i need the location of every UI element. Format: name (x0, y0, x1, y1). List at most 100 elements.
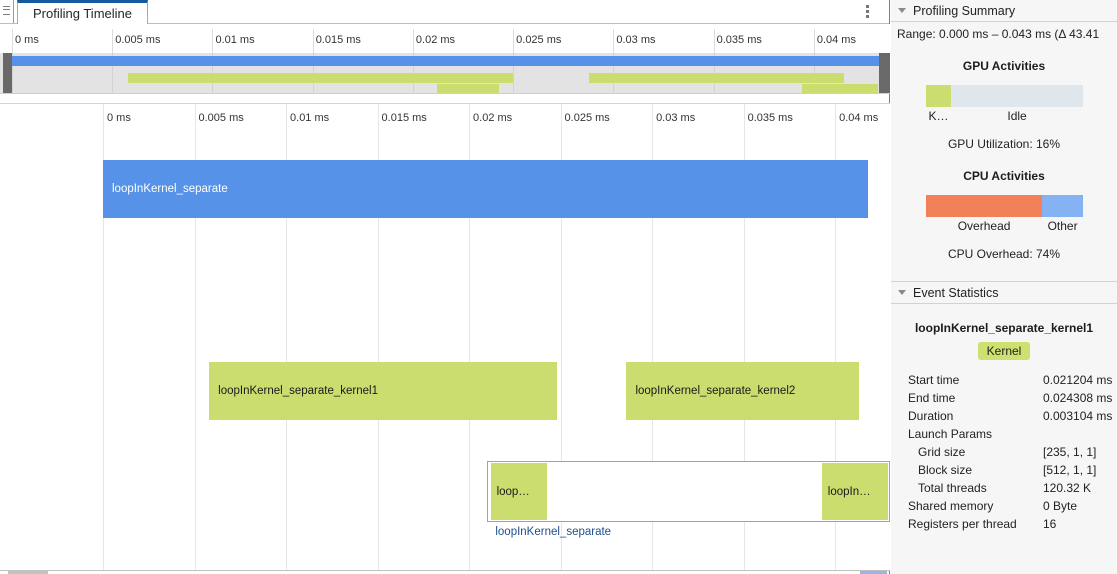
tab-bar: Profiling Timeline (0, 0, 889, 24)
legend-label: Overhead (958, 219, 1011, 233)
tick-line (814, 29, 815, 53)
overview-gpu-bar (802, 84, 878, 93)
stat-row: Start time 0.021204 ms (891, 373, 1117, 391)
tick-label: 0.005 ms (199, 112, 244, 124)
tick-label: 0.04 ms (839, 112, 878, 124)
stat-row: Total threads 120.32 K (891, 481, 1117, 499)
gpu-activities-legend: K… Idle (926, 109, 1083, 124)
stat-label: Start time (908, 373, 959, 387)
tab-label: Profiling Timeline (33, 6, 132, 21)
stat-label: Grid size (918, 445, 965, 459)
timeline-bar[interactable]: loop… (491, 463, 548, 520)
tick-label: 0.025 ms (565, 112, 610, 124)
tick-line (613, 29, 614, 53)
stat-row: Shared memory 0 Byte (891, 499, 1117, 517)
cpu-activities-bar (926, 195, 1083, 217)
stat-label: Launch Params (908, 427, 992, 441)
tick-label: 0.02 ms (416, 34, 455, 46)
kernel-badge: Kernel (978, 342, 1031, 360)
stat-value: 120.32 K (1043, 481, 1091, 495)
stat-value: 0.021204 ms (1043, 373, 1112, 387)
tick-label: 0.01 ms (290, 112, 329, 124)
tick-line (513, 29, 514, 53)
stat-value: [235, 1, 1] (1043, 445, 1096, 459)
profiling-summary-header[interactable]: Profiling Summary (891, 0, 1117, 22)
overview-strip[interactable] (0, 53, 890, 94)
tick-label: 0 ms (15, 34, 39, 46)
tick-label: 0.015 ms (382, 112, 427, 124)
gpu-activities-title: GPU Activities (891, 59, 1117, 73)
profiling-summary-title: Profiling Summary (913, 4, 1015, 18)
stat-row: Registers per thread 16 (891, 517, 1117, 535)
timeline-bar[interactable]: loopIn… (822, 463, 888, 520)
timeline-bar[interactable]: loopInKernel_separate_kernel1 (209, 362, 557, 420)
legend-label: Idle (1007, 109, 1026, 123)
tick-label: 0.04 ms (817, 34, 856, 46)
grip-icon (3, 6, 10, 15)
event-name: loopInKernel_separate_kernel1 (891, 321, 1117, 335)
legend-label: K… (929, 109, 949, 123)
tick-label: 0.025 ms (516, 34, 561, 46)
stat-label: Registers per thread (908, 517, 1017, 531)
overview-ruler: 0 ms 0.005 ms 0.01 ms 0.015 ms 0.02 ms 0.025 … (0, 24, 890, 53)
stat-value: 0.024308 ms (1043, 391, 1112, 405)
app-root: Profiling Timeline 0 ms 0.005 ms 0.01 ms 0.… (0, 0, 1117, 574)
event-stats-list: Start time 0.021204 ms End time0.024308 ms… (891, 373, 1117, 535)
timeline-bar[interactable]: loopInKernel_separate (103, 160, 868, 218)
gpu-activities-bar (926, 85, 1083, 107)
kebab-menu-icon[interactable] (866, 5, 869, 19)
gpu-selection-rect[interactable]: loop… loopIn… (487, 461, 890, 522)
tick-line (714, 29, 715, 53)
range-handle-right[interactable] (879, 53, 890, 93)
tick-label: 0.03 ms (656, 112, 695, 124)
timeline-bar[interactable]: loopInKernel_separate_kernel2 (626, 362, 858, 420)
stat-label: Shared memory (908, 499, 993, 513)
overview-cpu-bar (128, 73, 513, 83)
profiling-timeline-panel: Profiling Timeline 0 ms 0.005 ms 0.01 ms 0.… (0, 0, 890, 574)
tick-line (413, 29, 414, 53)
stat-label: Block size (918, 463, 972, 477)
stat-row: Duration 0.003104 ms (891, 409, 1117, 427)
stat-value: 0.003104 ms (1043, 409, 1112, 423)
legend-segment (926, 85, 951, 107)
tick-label: 0 ms (107, 112, 131, 124)
cpu-activities-legend: Overhead Other (926, 219, 1083, 234)
event-statistics-header[interactable]: Event Statistics (891, 281, 1117, 304)
stat-row: End time0.024308 ms (891, 391, 1117, 409)
legend-segment (951, 85, 1083, 107)
tick-label: 0.005 ms (115, 34, 160, 46)
cpu-overhead-text: CPU Overhead: 74% (891, 247, 1117, 261)
tick-label: 0.01 ms (215, 34, 254, 46)
stat-label: Total threads (918, 481, 987, 495)
tick-label: 0.035 ms (717, 34, 762, 46)
stat-label: Duration (908, 409, 953, 423)
event-statistics-title: Event Statistics (913, 286, 998, 300)
legend-segment (926, 195, 1042, 217)
gpu-utilization-text: GPU Utilization: 16% (891, 137, 1117, 151)
tick-line (212, 29, 213, 53)
stat-value: [512, 1, 1] (1043, 463, 1096, 477)
tick-label: 0.035 ms (748, 112, 793, 124)
tick-line (12, 29, 13, 53)
collapse-triangle-icon (898, 290, 906, 295)
tab-profiling-timeline[interactable]: Profiling Timeline (17, 0, 148, 24)
gpu-selection-label: loopInKernel_separate (495, 526, 611, 538)
stat-value: 0 Byte (1043, 499, 1077, 513)
range-text: Range: 0.000 ms – 0.043 ms (Δ 43.41 (897, 27, 1117, 41)
legend-label: Other (1048, 219, 1078, 233)
cpu-activities-title: CPU Activities (891, 169, 1117, 183)
event-badge-row: Kernel (891, 342, 1117, 360)
range-handle-left[interactable] (3, 53, 12, 93)
stat-row: Block size [512, 1, 1] (891, 463, 1117, 481)
stat-row: Grid size [235, 1, 1] (891, 445, 1117, 463)
tick-label: 0.03 ms (616, 34, 655, 46)
tick-label: 0.015 ms (316, 34, 361, 46)
stat-row: Launch Params (891, 427, 1117, 445)
tick-line (313, 29, 314, 53)
panel-grip-button[interactable] (0, 0, 14, 23)
collapse-triangle-icon (898, 8, 906, 13)
tick-line (112, 29, 113, 53)
stat-value: 16 (1043, 517, 1056, 531)
timeline-plot[interactable]: 0 ms0.005 ms0.01 ms0.015 ms0.02 ms0.025 … (0, 104, 890, 571)
overview-function-bar (12, 56, 880, 66)
